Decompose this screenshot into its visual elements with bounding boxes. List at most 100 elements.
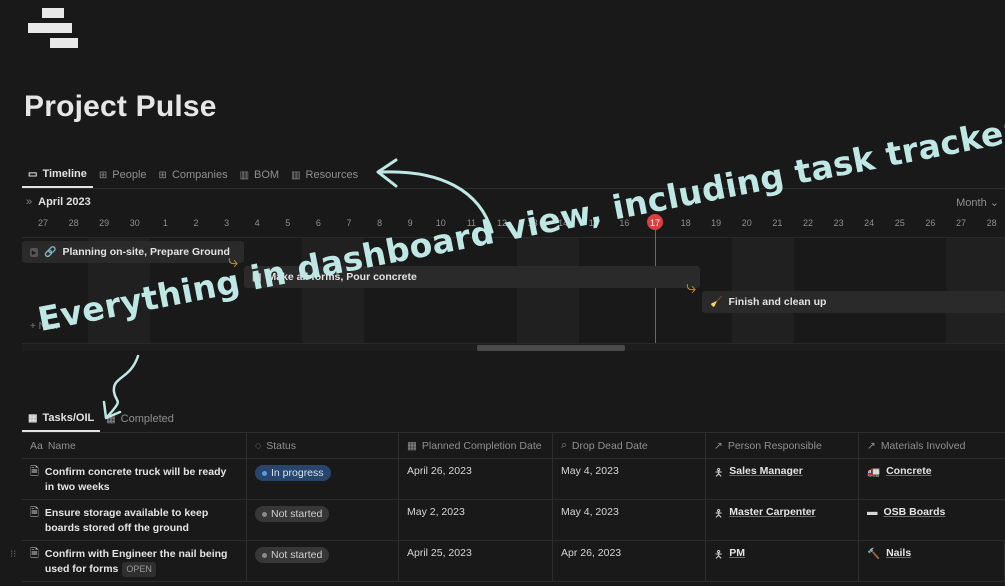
timeline-scrollbar[interactable]: [22, 343, 1005, 351]
materials-cell[interactable]: 🚛 Concrete: [859, 459, 1005, 499]
column-header-dropdead[interactable]: ⌕ Drop Dead Date: [553, 433, 706, 458]
name-cell[interactable]: 🗎 Confirm concrete truck will be ready i…: [22, 459, 247, 499]
page-icon: 🗎: [30, 507, 39, 519]
calendar-icon: ▦: [407, 439, 417, 452]
tasks-table: Aa Name ◌ Status ▦ Planned Completion Date …: [10, 433, 1005, 582]
person-cell[interactable]: 🯅 PM: [706, 541, 859, 581]
timeline-day: 7: [346, 218, 352, 228]
relation-icon: ↗: [714, 439, 723, 452]
table-row[interactable]: 🗎 Confirm with Engineer the nail being u…: [10, 541, 1005, 582]
column-header-person[interactable]: ↗ Person Responsible: [706, 433, 859, 458]
timeline-day: 23: [833, 218, 844, 228]
tab-completed[interactable]: ▦ Completed: [100, 406, 180, 432]
timeline-icon: ▭: [28, 168, 38, 180]
tab-people[interactable]: ⊞ People: [93, 162, 153, 188]
timeline-scale-select[interactable]: Month ⌄: [956, 196, 999, 209]
task-name: Ensure storage available to keep boards …: [44, 507, 209, 534]
timeline-day: 28: [986, 218, 997, 228]
table-icon: ▥: [291, 169, 301, 181]
status-badge: Not started: [255, 547, 330, 563]
table-row[interactable]: 🗎 Confirm concrete truck will be ready i…: [22, 459, 1005, 500]
materials-cell[interactable]: 🔨 Nails: [859, 541, 1005, 581]
view-tabs: ▭ Timeline ⊞ People ⊞ Companies ▥ BOM ▥ Resou…: [22, 162, 364, 188]
search-icon: ⌕: [561, 439, 567, 451]
timeline-day: 18: [680, 218, 691, 228]
timeline-day: 29: [99, 218, 110, 228]
timeline-day: 24: [864, 218, 875, 228]
drop-dead-date-cell[interactable]: May 4, 2023: [553, 459, 706, 499]
table-row[interactable]: 🗎 Ensure storage available to keep board…: [22, 500, 1005, 541]
status-cell[interactable]: In progress: [247, 459, 399, 499]
timeline-task-bar[interactable]: ▸ 🔗 Planning on-site, Prepare Ground: [22, 241, 244, 263]
name-cell[interactable]: 🗎 Confirm with Engineer the nail being u…: [22, 541, 247, 581]
column-header-planned[interactable]: ▦ Planned Completion Date: [399, 433, 553, 458]
page-icon: 🗎: [30, 466, 39, 478]
column-header-name[interactable]: Aa Name: [22, 433, 247, 458]
drop-dead-date-cell[interactable]: May 4, 2023: [553, 500, 706, 540]
status-dot: [262, 470, 267, 476]
status-cell[interactable]: Not started: [247, 541, 399, 581]
name-cell[interactable]: 🗎 Ensure storage available to keep board…: [22, 500, 247, 540]
page-icon: 🗎: [30, 548, 39, 560]
timeline-day: 26: [925, 218, 936, 228]
planned-date-cell[interactable]: April 25, 2023: [399, 541, 553, 581]
project-logo: [28, 8, 80, 50]
planned-date-cell[interactable]: May 2, 2023: [399, 500, 553, 540]
timeline-day: 30: [129, 218, 140, 228]
scrollbar-thumb[interactable]: [477, 345, 625, 351]
material-link[interactable]: Concrete: [886, 465, 932, 477]
material-icon: 🔨: [867, 548, 881, 560]
relation-icon: ↗: [867, 439, 876, 452]
timeline-task-bar[interactable]: 🧹 Finish and clean up: [702, 291, 1005, 313]
open-button[interactable]: OPEN: [122, 562, 156, 577]
timeline-month: » April 2023: [26, 196, 91, 208]
table-icon: ▥: [239, 169, 250, 181]
task-name: Confirm concrete truck will be ready in …: [44, 466, 227, 493]
drag-handle-icon[interactable]: ⁝⁝: [10, 549, 16, 560]
person-link[interactable]: PM: [729, 547, 745, 559]
timeline-day: 22: [802, 218, 813, 228]
person-cell[interactable]: 🯅 Sales Manager: [706, 459, 859, 499]
person-icon: 🯅: [714, 508, 724, 520]
status-badge: Not started: [255, 506, 330, 522]
timeline-day: 20: [741, 218, 752, 228]
person-icon: 🯅: [714, 467, 724, 479]
timeline-day: 1: [162, 218, 168, 228]
page-title: Project Pulse: [24, 90, 217, 123]
column-header-status[interactable]: ◌ Status: [247, 433, 399, 458]
planned-date-cell[interactable]: April 26, 2023: [399, 459, 553, 499]
status-dot: [262, 552, 267, 558]
tab-companies[interactable]: ⊞ Companies: [153, 162, 234, 188]
timeline-day: 8: [377, 218, 383, 228]
material-link[interactable]: Nails: [886, 547, 911, 559]
person-link[interactable]: Sales Manager: [729, 465, 803, 477]
material-link[interactable]: OSB Boards: [884, 506, 946, 518]
status-cell[interactable]: Not started: [247, 500, 399, 540]
person-icon: 🯅: [714, 549, 724, 561]
materials-cell[interactable]: ▬ OSB Boards: [859, 500, 1005, 540]
tab-timeline[interactable]: ▭ Timeline: [22, 162, 93, 188]
material-icon: ▬: [867, 506, 878, 518]
tab-resources[interactable]: ▥ Resources: [285, 162, 364, 188]
timeline-day: 27: [37, 218, 48, 228]
status-dot: [262, 511, 267, 517]
expand-icon[interactable]: ▸: [30, 247, 39, 257]
arrow-head-tabs: [376, 158, 398, 188]
tab-bom[interactable]: ▥ BOM: [234, 162, 286, 188]
weekend-column: [517, 238, 579, 343]
timeline-day: 27: [955, 218, 966, 228]
timeline-day: 21: [772, 218, 783, 228]
column-header-materials[interactable]: ↗ Materials Involved: [859, 433, 1005, 458]
person-link[interactable]: Master Carpenter: [729, 506, 815, 518]
board-icon: ⊞: [98, 169, 108, 181]
drop-dead-date-cell[interactable]: Apr 26, 2023: [553, 541, 706, 581]
timeline-day: 19: [711, 218, 722, 228]
board-icon: ⊞: [158, 169, 167, 181]
collapse-icon[interactable]: »: [26, 196, 32, 208]
person-cell[interactable]: 🯅 Master Carpenter: [706, 500, 859, 540]
table-header: Aa Name ◌ Status ▦ Planned Completion Date …: [22, 433, 1005, 459]
tab-tasks-oil[interactable]: ▦ Tasks/OIL: [22, 406, 101, 432]
timeline-day: 3: [224, 218, 230, 228]
timeline-day: 28: [68, 218, 79, 228]
table-tabs: ▦ Tasks/OIL ▦ Completed: [22, 406, 180, 432]
